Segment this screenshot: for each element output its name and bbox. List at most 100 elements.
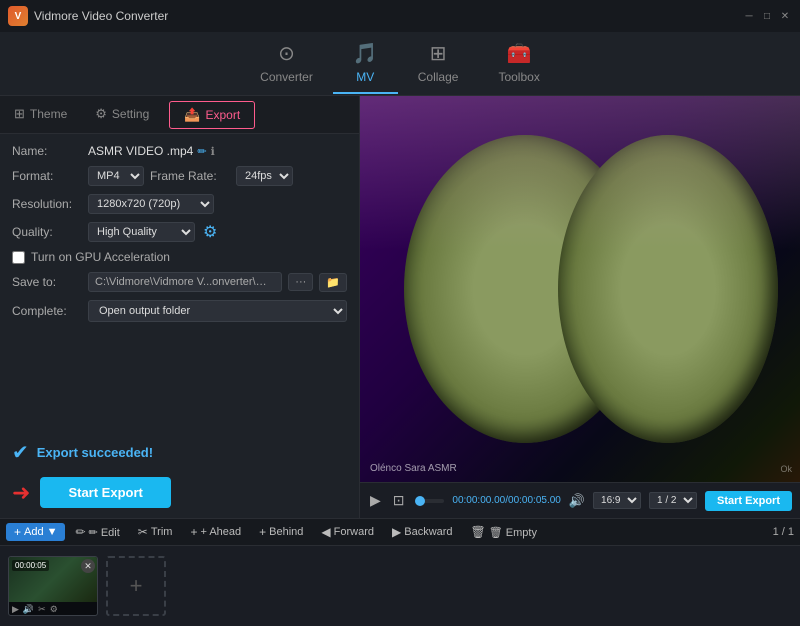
thumb-play-icon[interactable]: ▶: [12, 604, 19, 615]
red-arrow-icon: ➜: [12, 480, 30, 506]
volume-icon[interactable]: 🔊: [569, 493, 585, 509]
forward-button[interactable]: ◀ Forward: [313, 523, 382, 541]
aspect-select[interactable]: 16:9 4:3 1:1: [593, 492, 641, 509]
ahead-button[interactable]: + + Ahead: [182, 523, 249, 541]
gpu-checkbox[interactable]: [12, 251, 25, 264]
nav-mv-label: MV: [356, 70, 374, 84]
converter-icon: ⊙: [278, 41, 295, 66]
complete-select[interactable]: Open output folder Do nothing: [88, 300, 347, 322]
app-title: Vidmore Video Converter: [34, 9, 168, 23]
empty-button[interactable]: 🗑 🗑 Empty: [463, 523, 545, 541]
tab-export[interactable]: 📤 Export: [169, 101, 255, 129]
backward-button[interactable]: ▶ Backward: [384, 523, 461, 541]
save-dots-btn[interactable]: ···: [288, 273, 313, 291]
timeline-add-btn[interactable]: +: [106, 556, 166, 616]
tab-export-label: Export: [205, 108, 240, 122]
edit-button[interactable]: ✏ ✏ Edit: [67, 523, 127, 541]
name-row: Name: ASMR VIDEO .mp4 ✏ ℹ: [12, 144, 347, 158]
timeline-item-close[interactable]: ✕: [81, 559, 95, 573]
add-button[interactable]: + Add ▼: [6, 523, 65, 541]
subtab-bar: ⊞ Theme ⚙ Setting 📤 Export: [0, 96, 359, 134]
thumb-settings-icon[interactable]: ⚙: [50, 604, 58, 615]
right-panel: Olénco Sara ASMR Ok ▶ ⊡ 00:00:00.00/00:0…: [360, 96, 800, 518]
ahead-icon: +: [190, 525, 197, 539]
thumb-cut-icon[interactable]: ✂: [38, 604, 46, 615]
saveto-row: Save to: C:\Vidmore\Vidmore V...onverter…: [12, 272, 347, 292]
nav-collage[interactable]: ⊞ Collage: [398, 33, 479, 94]
behind-label: Behind: [269, 526, 303, 538]
theme-icon: ⊞: [14, 106, 25, 122]
save-folder-btn[interactable]: 📁: [319, 273, 347, 292]
stop-btn[interactable]: ⊡: [391, 490, 407, 511]
time-total: 00:00:05.00: [508, 495, 561, 506]
start-export-btn-small[interactable]: Start Export: [705, 491, 792, 511]
titlebar-left: V Vidmore Video Converter: [8, 6, 168, 26]
name-info-icon[interactable]: ℹ: [211, 145, 215, 158]
empty-trash-icon: 🗑: [471, 525, 486, 539]
timeline: ✕ 00:00:05 ▶ 🔊 ✂ ⚙ +: [0, 546, 800, 626]
saveto-label: Save to:: [12, 275, 82, 289]
add-icon: +: [14, 525, 21, 539]
nav-converter[interactable]: ⊙ Converter: [240, 33, 333, 94]
video-controls: ▶ ⊡ 00:00:00.00/00:00:05.00 🔊 16:9 4:3 1…: [360, 482, 800, 518]
tab-setting-label: Setting: [112, 107, 149, 121]
name-label: Name:: [12, 144, 82, 158]
backward-icon: ▶: [392, 525, 401, 539]
forward-label: Forward: [334, 526, 374, 538]
mv-icon: 🎵: [353, 41, 378, 66]
titlebar: V Vidmore Video Converter ─ □ ✕: [0, 0, 800, 32]
timeline-item[interactable]: ✕ 00:00:05 ▶ 🔊 ✂ ⚙: [8, 556, 98, 616]
format-select[interactable]: MP4 MOV AVI: [88, 166, 144, 186]
gpu-row: Turn on GPU Acceleration: [12, 250, 347, 264]
progress-dot: [415, 496, 425, 506]
video-hands-overlay: [360, 96, 800, 482]
empty-label: 🗑 Empty: [489, 526, 537, 539]
window-close-btn[interactable]: ✕: [778, 9, 792, 23]
export-status: ✔ Export succeeded!: [0, 432, 359, 473]
name-edit-icon[interactable]: ✏: [197, 145, 206, 158]
window-minimize-btn[interactable]: ─: [742, 9, 756, 23]
toolbox-icon: 🧰: [507, 41, 532, 66]
start-export-area: ➜ Start Export: [0, 473, 359, 518]
save-path: C:\Vidmore\Vidmore V...onverter\MV Expor…: [88, 272, 282, 292]
trim-button[interactable]: ✂ Trim: [130, 523, 181, 541]
tab-setting[interactable]: ⚙ Setting: [81, 96, 163, 133]
page-fraction-select[interactable]: 1 / 2 2 / 2: [649, 492, 697, 509]
bottom-toolbar: + Add ▼ ✏ ✏ Edit ✂ Trim + + Ahead + Behi…: [0, 518, 800, 546]
complete-label: Complete:: [12, 304, 82, 318]
start-export-button[interactable]: Start Export: [40, 477, 170, 508]
resolution-select[interactable]: 1280x720 (720p) 1920x1080 (1080p) 640x48…: [88, 194, 214, 214]
timeline-thumb-time: 00:00:05: [12, 560, 49, 571]
nav-mv[interactable]: 🎵 MV: [333, 33, 398, 94]
complete-row: Complete: Open output folder Do nothing: [12, 300, 347, 322]
tab-theme[interactable]: ⊞ Theme: [0, 96, 81, 133]
video-overlay-text: Olénco Sara ASMR: [370, 463, 457, 474]
video-canvas: Olénco Sara ASMR Ok: [360, 96, 800, 482]
setting-icon: ⚙: [95, 106, 107, 122]
add-label: Add: [24, 526, 44, 538]
forward-icon: ◀: [321, 525, 330, 539]
export-form: Name: ASMR VIDEO .mp4 ✏ ℹ Format: MP4 MO…: [0, 134, 359, 432]
window-maximize-btn[interactable]: □: [760, 9, 774, 23]
add-dropdown-icon: ▼: [47, 526, 58, 538]
behind-button[interactable]: + Behind: [251, 523, 311, 541]
quality-gear-btn[interactable]: ⚙: [201, 222, 219, 242]
nav-toolbox[interactable]: 🧰 Toolbox: [478, 33, 559, 94]
backward-label: Backward: [404, 526, 452, 538]
thumb-vol-icon[interactable]: 🔊: [23, 604, 34, 615]
time-current: 00:00:00.00: [452, 495, 505, 506]
resolution-label: Resolution:: [12, 197, 82, 211]
edit-icon: ✏: [75, 525, 85, 539]
success-checkmark-icon: ✔: [12, 440, 29, 465]
ahead-label: + Ahead: [200, 526, 241, 538]
quality-select[interactable]: High Quality Medium Quality Low Quality: [88, 222, 195, 242]
window-controls[interactable]: ─ □ ✕: [742, 9, 792, 23]
tab-theme-label: Theme: [30, 107, 67, 121]
collage-icon: ⊞: [430, 41, 447, 66]
play-btn[interactable]: ▶: [368, 490, 383, 511]
video-preview: Olénco Sara ASMR Ok: [360, 96, 800, 482]
format-row: Format: MP4 MOV AVI Frame Rate: 24fps 30…: [12, 166, 347, 186]
quality-label: Quality:: [12, 225, 82, 239]
framerate-select[interactable]: 24fps 30fps 60fps: [236, 166, 293, 186]
progress-bar[interactable]: [415, 499, 445, 503]
